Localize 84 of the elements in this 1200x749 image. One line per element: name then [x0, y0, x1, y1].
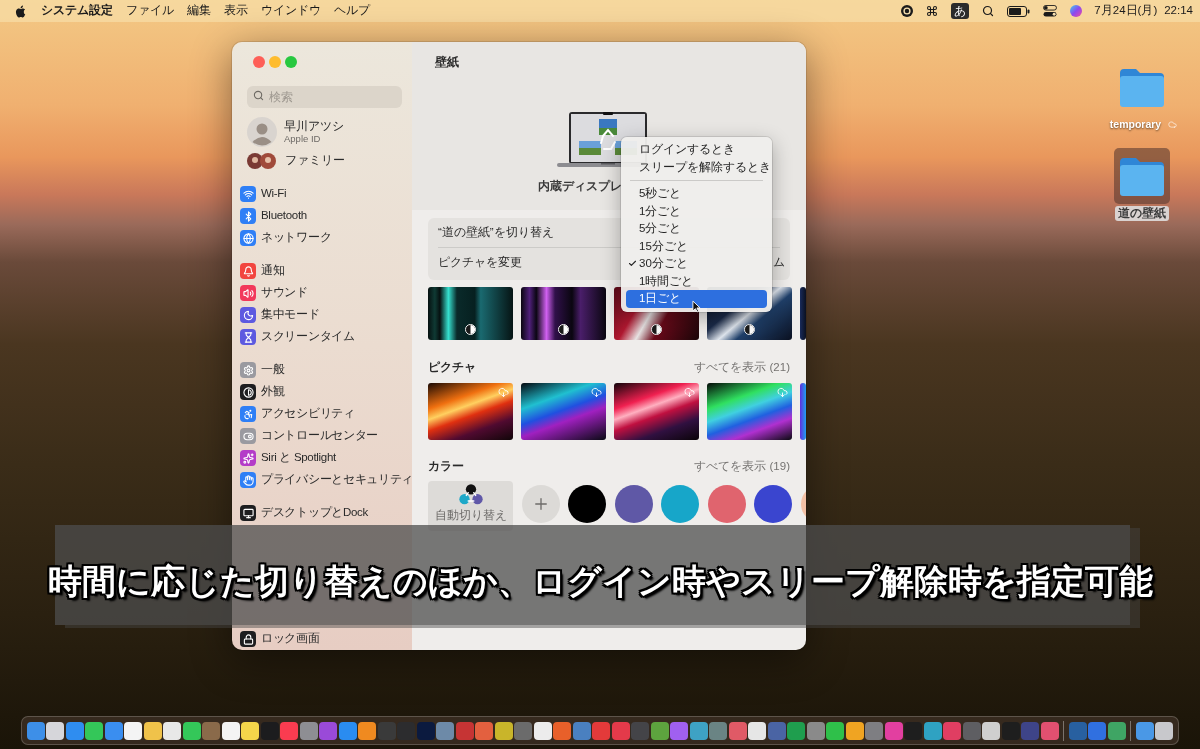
orb-icon[interactable] — [1070, 5, 1083, 17]
menu-bar-item[interactable]: 編集 — [187, 2, 211, 20]
battery-icon[interactable] — [1007, 5, 1031, 17]
sidebar-item[interactable]: Wi-Fi — [236, 183, 408, 205]
color-cycle-icon — [456, 484, 485, 505]
color-swatch-icon[interactable] — [614, 485, 653, 523]
color-swatch-icon[interactable] — [661, 485, 699, 523]
section-title: ピクチャ — [428, 360, 476, 376]
wallpaper-thumbnail[interactable] — [521, 287, 606, 340]
sidebar-item[interactable]: スクリーンタイム — [236, 326, 408, 348]
menu-bar-item[interactable]: ヘルプ — [334, 2, 370, 20]
menu-bar-date[interactable]: 7月24日(月) — [1094, 2, 1158, 20]
input-mode-indicator[interactable]: あ — [951, 3, 970, 19]
menu-bar-item[interactable]: 表示 — [224, 2, 248, 20]
color-swatch-icon[interactable] — [707, 485, 746, 523]
show-all-link[interactable]: すべてを表示 (19) — [694, 458, 790, 476]
menu-bar-app-name[interactable]: システム設定 — [41, 2, 113, 20]
folder-icon — [1118, 156, 1166, 196]
wallpaper-thumbnail[interactable] — [707, 383, 792, 440]
sidebar-item[interactable]: 集中モード — [236, 304, 408, 326]
menu-item[interactable]: 1時間ごと — [626, 272, 767, 290]
cloud-download-icon[interactable] — [498, 387, 509, 398]
sidebar-item[interactable]: Siri と Spotlight — [236, 447, 408, 469]
folder-icon — [1118, 67, 1166, 107]
half-circle-icon — [558, 324, 569, 335]
apple-icon[interactable] — [15, 4, 26, 18]
menu-item[interactable]: スリープを解除するとき — [626, 158, 767, 176]
menu-item[interactable]: 30分ごと — [626, 255, 767, 273]
menu-item[interactable]: 5秒ごと — [626, 185, 767, 203]
cloud-icon — [1168, 120, 1178, 129]
sidebar-item[interactable]: 通知 — [236, 260, 408, 282]
avatars-icon — [247, 153, 276, 169]
menu-bar-item[interactable]: ファイル — [126, 2, 174, 20]
avatar-icon[interactable] — [247, 117, 277, 147]
sidebar-item[interactable]: コントロールセンター — [236, 425, 408, 447]
setting-label: “道の壁紙”を切り替え — [438, 224, 554, 240]
cloud-download-icon[interactable] — [684, 387, 695, 398]
pane-title: 壁紙 — [435, 54, 459, 70]
half-circle-icon — [744, 324, 755, 335]
color-swatch-icon[interactable] — [568, 485, 606, 523]
record-icon[interactable] — [901, 5, 914, 17]
video-caption: 時間に応じた切り替えのほか、ログイン時やスリープ解除時を指定可能 — [47, 561, 1153, 602]
wallpaper-thumbnail[interactable] — [428, 287, 513, 340]
menu-bar-time[interactable]: 22:14 — [1164, 2, 1193, 20]
wallpaper-thumbnail[interactable] — [521, 383, 606, 440]
sidebar-item[interactable]: ファミリー — [236, 151, 408, 171]
show-all-link[interactable]: すべてを表示 (21) — [694, 359, 790, 377]
search-icon — [253, 89, 264, 101]
display-label: 内蔵ディスプレ — [538, 179, 622, 194]
menu-bar-item[interactable]: ウインドウ — [261, 2, 321, 20]
command-icon[interactable] — [926, 5, 939, 17]
menu-item[interactable]: ログインするとき — [626, 141, 767, 159]
sidebar-item[interactable]: ネットワーク — [236, 227, 408, 249]
sidebar-item[interactable]: Bluetooth — [236, 205, 408, 227]
menu-item[interactable]: 1分ごと — [626, 202, 767, 220]
menu-item[interactable]: 5分ごと — [626, 220, 767, 238]
wallpaper-thumbnail[interactable] — [428, 383, 513, 440]
sidebar-item[interactable]: アクセシビリティ — [236, 403, 408, 425]
checkmark-icon — [628, 259, 637, 269]
search-icon[interactable] — [982, 5, 995, 17]
sidebar-item[interactable]: ロック画面 — [236, 628, 408, 650]
account-subtitle: Apple ID — [284, 133, 322, 145]
wallpaper-thumbnail[interactable] — [800, 287, 806, 340]
sidebar-item[interactable]: 一般 — [236, 359, 408, 381]
menu-item[interactable]: 1日ごと — [626, 290, 767, 308]
popup-value[interactable]: ム — [773, 253, 785, 272]
sidebar-item[interactable]: デスクトップとDock — [236, 502, 408, 524]
half-circle-icon — [651, 324, 662, 335]
toggle-icon[interactable] — [1043, 5, 1058, 17]
close-button[interactable] — [253, 56, 265, 68]
account-name[interactable]: 早川アツシ — [284, 119, 344, 133]
menu-item[interactable]: 15分ごと — [626, 237, 767, 255]
cloud-download-icon[interactable] — [591, 387, 602, 398]
sidebar-item[interactable]: 外観 — [236, 381, 408, 403]
wallpaper-thumbnail[interactable] — [614, 383, 699, 440]
sidebar-item[interactable]: サウンド — [236, 282, 408, 304]
half-circle-icon — [465, 324, 476, 335]
cursor-icon — [692, 300, 701, 313]
setting-label: ピクチャを変更 — [438, 254, 522, 270]
add-color-button[interactable] — [521, 485, 560, 523]
search-field[interactable]: 検索 — [247, 86, 402, 108]
wallpaper-thumbnail[interactable] — [800, 383, 806, 440]
color-swatch-icon[interactable] — [754, 485, 792, 523]
section-title: カラー — [428, 459, 464, 475]
